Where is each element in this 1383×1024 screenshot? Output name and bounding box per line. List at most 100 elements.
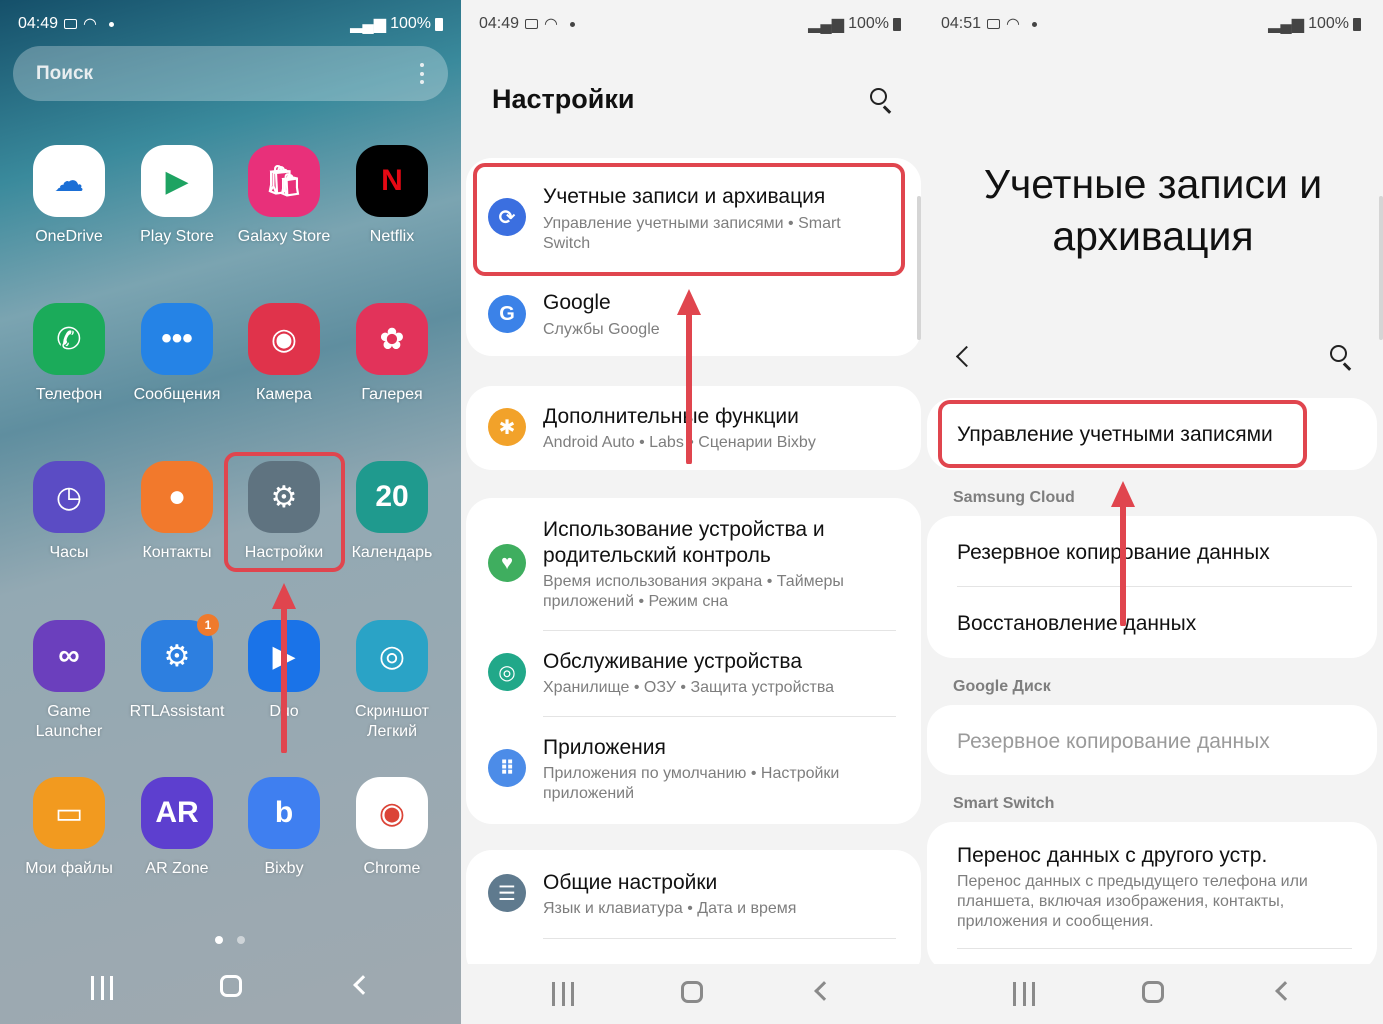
section-header: Samsung Cloud bbox=[953, 489, 1075, 506]
notification-icon bbox=[525, 19, 539, 29]
samsung-cloud-card: Резервное копирование данных Восстановле… bbox=[927, 516, 1377, 658]
app-clock[interactable]: ◷ Часы bbox=[15, 461, 123, 563]
app-label: Контакты bbox=[142, 544, 212, 561]
battery-icon bbox=[1353, 17, 1361, 31]
app-phone[interactable]: ✆ Телефон bbox=[15, 303, 123, 405]
back-icon[interactable] bbox=[1275, 981, 1295, 1001]
arrow-up-icon bbox=[1111, 481, 1135, 626]
app-play-store[interactable]: ▶ Play Store bbox=[123, 145, 231, 247]
settings-panel: 04:49 ◠ ▂▄▆ 100% Настройки ⟳ Учетные зап… bbox=[461, 0, 923, 1024]
settings-item-title: Приложения bbox=[543, 736, 666, 759]
bixby-icon: b bbox=[248, 777, 320, 849]
scrollbar[interactable] bbox=[1379, 196, 1383, 340]
highlight-manage-accounts bbox=[938, 400, 1307, 468]
settings-item-title: Использование устройства и родительский … bbox=[543, 518, 825, 567]
advanced-features-icon: ✱ bbox=[488, 408, 526, 446]
more-notifications-icon bbox=[1032, 21, 1038, 27]
app-screenshot[interactable]: ◎ Скриншот Легкий bbox=[338, 620, 446, 742]
gallery-icon: ✿ bbox=[356, 303, 428, 375]
signal-icon: ▂▄▆ bbox=[808, 16, 845, 33]
app-galaxy-store[interactable]: 🛍 Galaxy Store bbox=[230, 145, 338, 247]
search-icon[interactable] bbox=[870, 88, 894, 114]
settings-item-subtitle: Время использования экрана • Таймеры при… bbox=[543, 573, 844, 610]
arrow-up-icon bbox=[677, 289, 701, 464]
settings-item-apps[interactable]: ⠿ Приложения Приложения по умолчанию • Н… bbox=[466, 717, 921, 824]
settings-item-device-care[interactable]: ◎ Обслуживание устройства Хранилище • ОЗ… bbox=[466, 631, 921, 716]
back-chevron-icon[interactable] bbox=[955, 345, 978, 368]
section-header: Smart Switch bbox=[953, 795, 1055, 812]
app-contacts[interactable]: ● Контакты bbox=[123, 461, 231, 563]
app-my-files[interactable]: ▭ Мои файлы bbox=[15, 777, 123, 879]
wellbeing-icon: ♥ bbox=[488, 544, 526, 582]
app-calendar[interactable]: 20 Календарь bbox=[338, 461, 446, 563]
google-backup-item[interactable]: Резервное копирование данных bbox=[957, 730, 1357, 754]
app-ar-zone[interactable]: AR AR Zone bbox=[123, 777, 231, 879]
battery-icon bbox=[435, 17, 443, 31]
back-icon[interactable] bbox=[814, 981, 834, 1001]
messages-icon: ••• bbox=[141, 303, 213, 375]
app-netflix[interactable]: N Netflix bbox=[338, 145, 446, 247]
home-icon[interactable] bbox=[220, 975, 242, 997]
app-onedrive[interactable]: ☁ OneDrive bbox=[15, 145, 123, 247]
signal-icon: ▂▄▆ bbox=[1268, 16, 1305, 33]
app-chrome[interactable]: ◉ Chrome bbox=[338, 777, 446, 879]
highlight-settings-app bbox=[224, 452, 345, 572]
chrome-icon: ◉ bbox=[356, 777, 428, 849]
page-indicator bbox=[215, 936, 245, 944]
app-rtlassistant[interactable]: ⚙ 1 RTLAssistant bbox=[123, 614, 231, 722]
smart-switch-title[interactable]: Перенос данных с другого устр. bbox=[957, 844, 1357, 868]
search-bar[interactable]: Поиск bbox=[13, 46, 448, 101]
settings-item-subtitle: Приложения по умолчанию • Настройки прил… bbox=[543, 765, 840, 802]
home-icon[interactable] bbox=[681, 981, 703, 1003]
recent-apps-icon[interactable] bbox=[91, 976, 113, 1000]
home-icon[interactable] bbox=[1142, 981, 1164, 1003]
arrow-up-icon bbox=[272, 583, 296, 753]
app-bixby[interactable]: b Bixby bbox=[230, 777, 338, 879]
netflix-icon: N bbox=[356, 145, 428, 217]
signal-icon: ▂▄▆ bbox=[350, 16, 387, 33]
settings-item-subtitle: Язык и клавиатура • Дата и время bbox=[543, 900, 797, 917]
wifi-icon: ◠ bbox=[83, 16, 98, 33]
app-label: Камера bbox=[256, 386, 312, 403]
status-time: 04:49 bbox=[479, 15, 520, 32]
more-options-icon[interactable] bbox=[420, 63, 424, 84]
recent-apps-icon[interactable] bbox=[552, 982, 574, 1006]
battery-icon bbox=[893, 17, 901, 31]
back-icon[interactable] bbox=[353, 975, 373, 995]
navigation-bar bbox=[461, 964, 923, 1024]
search-icon[interactable] bbox=[1330, 345, 1354, 371]
settings-item-general[interactable]: ☰ Общие настройки Язык и клавиатура • Да… bbox=[466, 850, 921, 938]
app-label: Сообщения bbox=[133, 386, 221, 403]
galaxy-store-icon: 🛍 bbox=[248, 145, 320, 217]
scrollbar[interactable] bbox=[917, 196, 921, 340]
settings-item-subtitle: Хранилище • ОЗУ • Защита устройства bbox=[543, 679, 835, 696]
section-header: Google Диск bbox=[953, 678, 1051, 695]
settings-card-device: ♥ Использование устройства и родительски… bbox=[466, 498, 921, 824]
settings-item-title: Обслуживание устройства bbox=[543, 650, 803, 673]
search-placeholder: Поиск bbox=[36, 63, 94, 84]
app-label: Часы bbox=[49, 544, 89, 561]
app-label: Game Launcher bbox=[35, 703, 103, 740]
highlight-accounts-item bbox=[473, 163, 905, 276]
divider bbox=[957, 948, 1352, 949]
page-title: Настройки bbox=[492, 84, 635, 114]
notification-icon bbox=[987, 19, 1001, 29]
google-icon: G bbox=[488, 295, 526, 333]
app-messages[interactable]: ••• Сообщения bbox=[123, 303, 231, 405]
app-game-launcher[interactable]: ∞ Game Launcher bbox=[15, 620, 123, 742]
samsung-restore-item[interactable]: Восстановление данных bbox=[957, 612, 1357, 636]
app-label: Galaxy Store bbox=[237, 228, 331, 245]
smart-switch-subtitle: Перенос данных с предыдущего телефона ил… bbox=[957, 873, 1308, 930]
samsung-backup-item[interactable]: Резервное копирование данных bbox=[957, 541, 1357, 565]
phone-icon: ✆ bbox=[33, 303, 105, 375]
app-camera[interactable]: ◉ Камера bbox=[230, 303, 338, 405]
recent-apps-icon[interactable] bbox=[1013, 982, 1035, 1006]
settings-item-digital-wellbeing[interactable]: ♥ Использование устройства и родительски… bbox=[466, 498, 921, 630]
app-label: Bixby bbox=[264, 860, 304, 877]
page-title: Учетные записи и архивация bbox=[983, 161, 1323, 259]
status-bar: 04:49 ◠ ▂▄▆ 100% bbox=[18, 14, 443, 36]
app-gallery[interactable]: ✿ Галерея bbox=[338, 303, 446, 405]
battery-level: 100% bbox=[1308, 15, 1349, 32]
app-label: Мои файлы bbox=[25, 860, 113, 877]
settings-item-subtitle: Службы Google bbox=[543, 321, 660, 338]
